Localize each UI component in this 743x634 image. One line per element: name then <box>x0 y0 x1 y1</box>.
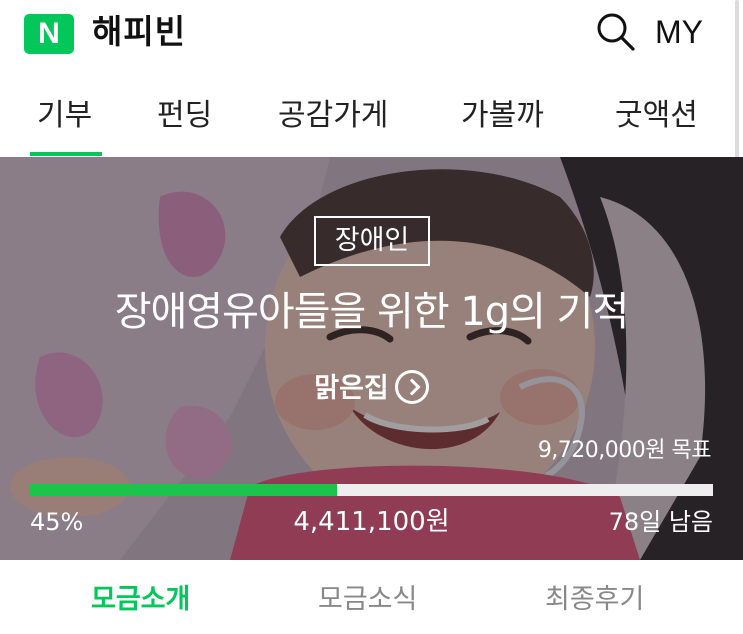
tab-empathy-store[interactable]: 공감가게 <box>278 94 388 138</box>
organization-link[interactable]: 맑은집 <box>0 367 743 411</box>
category-badge: 장애인 <box>314 216 430 266</box>
tab-final-review[interactable]: 최종후기 <box>545 580 644 620</box>
tab-lets-go[interactable]: 가볼까 <box>461 94 544 138</box>
app-header: N 해피빈 MY <box>0 0 743 70</box>
organization-name: 맑은집 <box>314 373 389 404</box>
active-tab-indicator <box>30 152 102 156</box>
naver-logo[interactable]: N <box>24 14 74 54</box>
tab-fundraising-news[interactable]: 모금소식 <box>318 580 417 620</box>
tab-good-action[interactable]: 굿액션 <box>615 94 698 138</box>
tab-donation[interactable]: 기부 <box>37 94 92 138</box>
scrollbar[interactable] <box>735 0 739 160</box>
progress-fill <box>30 484 338 496</box>
detail-tabs: 모금소개 모금소식 최종후기 <box>0 560 743 634</box>
my-button[interactable]: MY <box>655 10 703 54</box>
days-remaining: 78일 남음 <box>608 508 713 536</box>
main-tabs: 기부 펀딩 공감가게 가볼까 굿액션 <box>0 80 743 157</box>
brand-title[interactable]: 해피빈 <box>92 8 186 56</box>
tab-funding[interactable]: 펀딩 <box>157 94 212 138</box>
progress-bar <box>30 484 713 496</box>
tab-fundraising-intro[interactable]: 모금소개 <box>91 580 190 620</box>
campaign-title: 장애영유아들을 위한 1g의 기적 <box>114 289 630 335</box>
logo-letter: N <box>38 17 60 50</box>
chevron-right-circle-icon <box>394 369 429 404</box>
goal-amount: 9,720,000원 목표 <box>537 438 712 463</box>
search-icon[interactable] <box>594 10 638 54</box>
campaign-hero[interactable]: 장애인 장애영유아들을 위한 1g의 기적 맑은집 9,720,000원 목표 … <box>0 157 743 560</box>
